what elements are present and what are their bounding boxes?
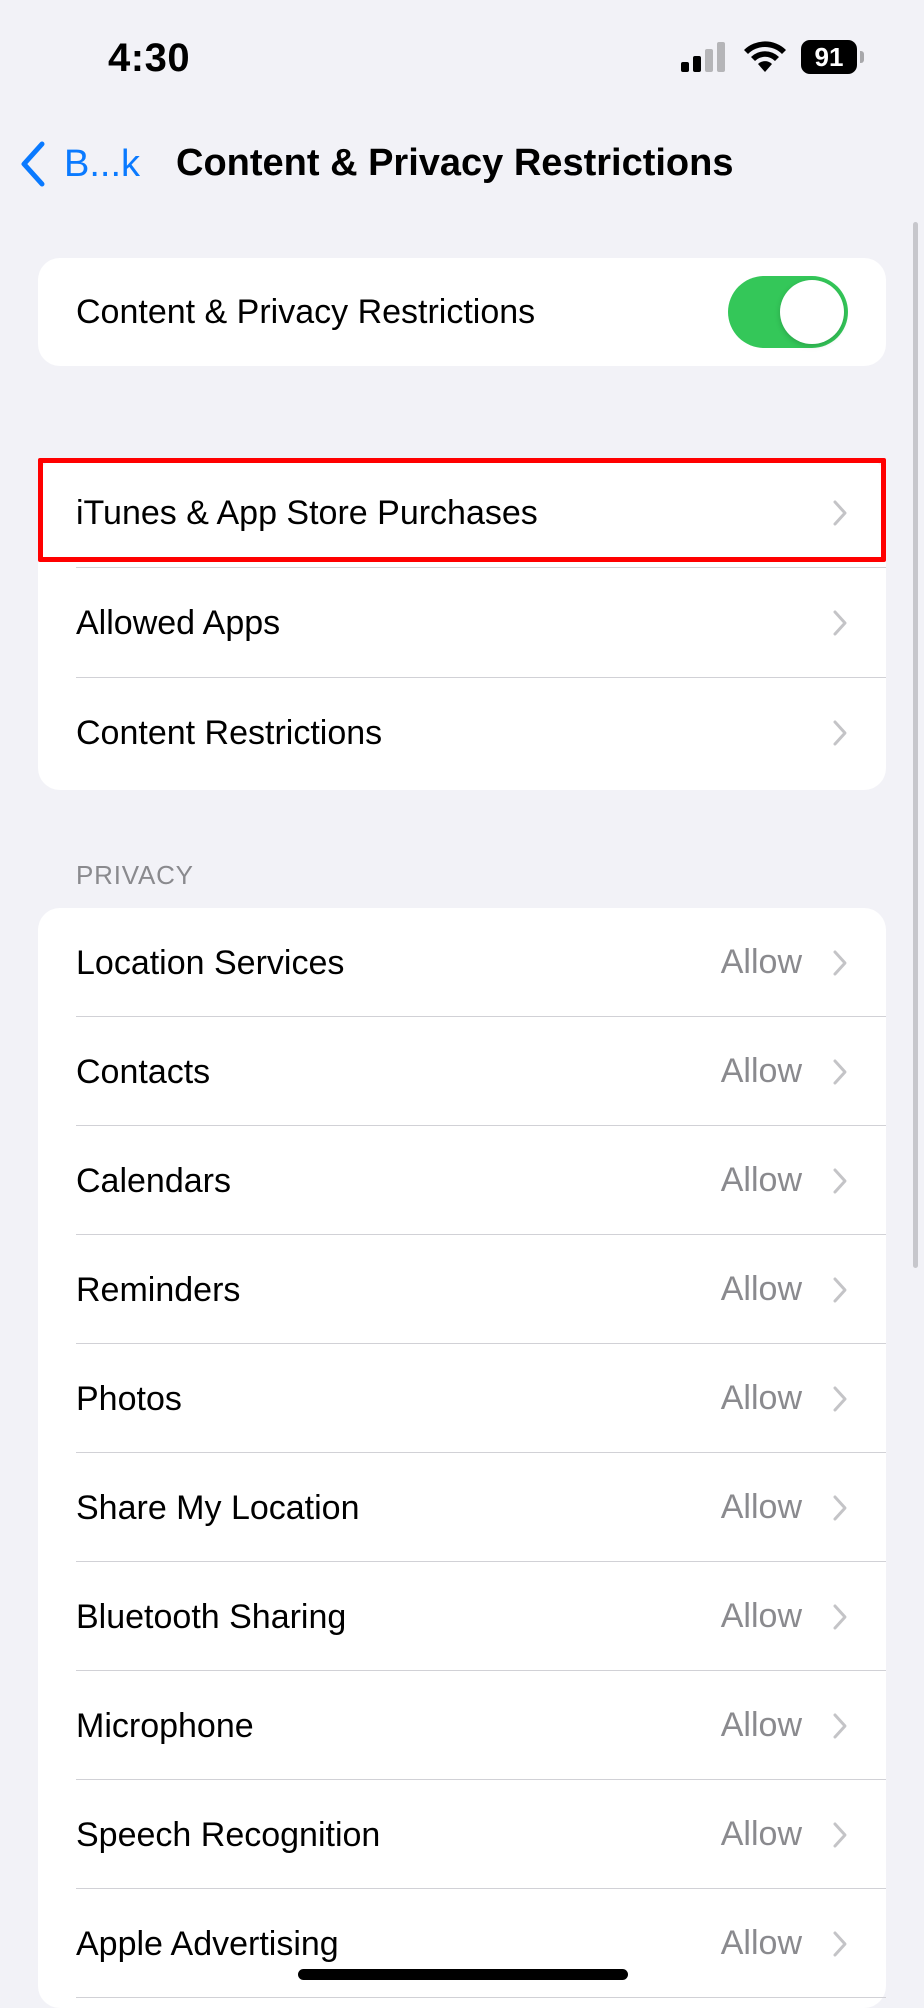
- privacy-settings-group: Location Services Allow Contacts Allow C…: [38, 908, 886, 2008]
- privacy-section-header: PRIVACY: [76, 860, 194, 890]
- chevron-right-icon: [833, 1277, 847, 1302]
- row-label: Speech Recognition: [76, 1815, 381, 1854]
- chevron-right-icon: [833, 1604, 847, 1629]
- row-label: Microphone: [76, 1706, 254, 1745]
- speech-recognition-row[interactable]: Speech Recognition Allow: [38, 1780, 886, 1889]
- row-label: iTunes & App Store Purchases: [76, 494, 538, 532]
- row-label: Contacts: [76, 1052, 211, 1091]
- restrictions-toggle-row: Content & Privacy Restrictions: [38, 258, 886, 366]
- row-value: Allow: [720, 1597, 802, 1635]
- scroll-indicator: [913, 222, 918, 1268]
- status-icons: 91: [679, 40, 864, 74]
- itunes-app-store-purchases-row[interactable]: iTunes & App Store Purchases: [38, 458, 886, 568]
- allowed-apps-row[interactable]: Allowed Apps: [38, 568, 886, 678]
- photos-row[interactable]: Photos Allow: [38, 1344, 886, 1453]
- share-my-location-row[interactable]: Share My Location Allow: [38, 1453, 886, 1562]
- battery-cap: [860, 51, 864, 63]
- apple-advertising-row[interactable]: Apple Advertising Allow: [38, 1889, 886, 1998]
- chevron-right-icon: [833, 720, 847, 746]
- battery-icon: 91: [801, 40, 864, 74]
- battery-level: 91: [801, 40, 857, 74]
- restrictions-toggle[interactable]: [728, 276, 848, 348]
- restrictions-settings-group: iTunes & App Store Purchases Allowed App…: [38, 458, 886, 790]
- toggle-knob: [780, 280, 844, 344]
- chevron-right-icon: [833, 1495, 847, 1520]
- row-label: Apple Advertising: [76, 1924, 339, 1963]
- row-value: Allow: [720, 1270, 802, 1308]
- chevron-right-icon: [833, 1822, 847, 1847]
- row-label: Calendars: [76, 1161, 231, 1200]
- row-label: Location Services: [76, 943, 345, 982]
- chevron-right-icon: [833, 610, 847, 636]
- content-restrictions-row[interactable]: Content Restrictions: [38, 678, 886, 788]
- status-time: 4:30: [108, 36, 191, 80]
- row-value: Allow: [720, 1052, 802, 1090]
- contacts-row[interactable]: Contacts Allow: [38, 1017, 886, 1126]
- row-label: Bluetooth Sharing: [76, 1597, 347, 1636]
- restrictions-toggle-group: Content & Privacy Restrictions: [38, 258, 886, 366]
- chevron-right-icon: [833, 950, 847, 975]
- row-label: Content Restrictions: [76, 714, 383, 752]
- restrictions-toggle-label: Content & Privacy Restrictions: [76, 293, 536, 331]
- row-value: Allow: [720, 1379, 802, 1417]
- row-label: Photos: [76, 1379, 182, 1418]
- wifi-icon: [744, 41, 786, 72]
- navigation-bar: B...k Content & Privacy Restrictions: [0, 120, 924, 210]
- row-value: Allow: [720, 1706, 802, 1744]
- back-button-label: B...k: [64, 142, 141, 185]
- row-label: Allowed Apps: [76, 604, 281, 642]
- cellular-signal-icon: [681, 42, 725, 72]
- chevron-right-icon: [833, 1168, 847, 1193]
- location-services-row[interactable]: Location Services Allow: [38, 908, 886, 1017]
- row-value: Allow: [720, 943, 802, 981]
- chevron-right-icon: [833, 1931, 847, 1956]
- row-value: Allow: [720, 1488, 802, 1526]
- status-bar: 4:30 91: [0, 0, 924, 120]
- home-indicator: [298, 1969, 628, 1980]
- row-value: Allow: [720, 1161, 802, 1199]
- chevron-right-icon: [833, 500, 847, 526]
- row-separator: [76, 1997, 886, 1998]
- bluetooth-sharing-row[interactable]: Bluetooth Sharing Allow: [38, 1562, 886, 1671]
- microphone-row[interactable]: Microphone Allow: [38, 1671, 886, 1780]
- chevron-right-icon: [833, 1713, 847, 1738]
- row-value: Allow: [720, 1815, 802, 1853]
- calendars-row[interactable]: Calendars Allow: [38, 1126, 886, 1235]
- back-button[interactable]: B...k: [18, 136, 140, 192]
- chevron-right-icon: [833, 1386, 847, 1411]
- row-label: Share My Location: [76, 1488, 360, 1527]
- page-title: Content & Privacy Restrictions: [176, 142, 734, 184]
- row-label: Reminders: [76, 1270, 241, 1309]
- chevron-left-icon: [21, 141, 45, 187]
- row-value: Allow: [720, 1924, 802, 1962]
- chevron-right-icon: [833, 1059, 847, 1084]
- reminders-row[interactable]: Reminders Allow: [38, 1235, 886, 1344]
